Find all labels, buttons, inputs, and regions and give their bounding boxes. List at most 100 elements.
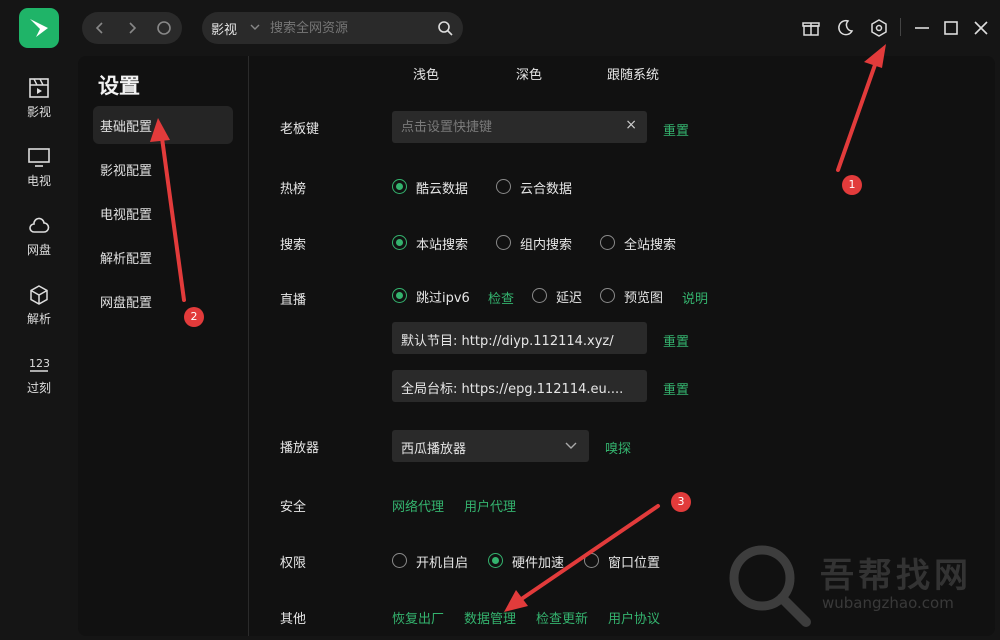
security-label: 安全 [280,500,307,515]
boss-key-label: 老板键 [280,122,320,137]
rail-label: 电视 [26,174,51,188]
settings-nav-tv[interactable]: 电视配置 [93,194,233,232]
settings-nav-cloud[interactable]: 网盘配置 [93,282,233,320]
data-management-link[interactable]: 数据管理 [464,608,516,627]
theme-system[interactable]: 跟随系统 [607,64,659,83]
settings-nav-label: 基础配置 [100,120,153,135]
radio-dot[interactable] [392,553,407,568]
settings-nav-basic[interactable]: 基础配置 [93,106,233,144]
page-title: 设置 [98,74,140,98]
boss-key-field[interactable]: × [392,111,647,143]
title-separator [900,18,901,36]
close-icon[interactable] [971,18,991,38]
radio-dot[interactable] [496,235,511,250]
annotation-badge-2: 2 [184,307,204,327]
rail-label: 解析 [26,312,51,326]
factory-reset-link[interactable]: 恢复出厂 [392,608,444,627]
global-epg-field[interactable]: 全局台标: https://epg.112114.eu.... [392,370,647,402]
settings-nav-label: 电视配置 [100,208,153,223]
permission-label: 权限 [280,556,307,571]
watermark-url: wubangzhao.com [822,594,954,612]
rail-label: 过刻 [26,381,51,395]
user-agent-link[interactable]: 用户代理 [464,496,516,515]
minimize-icon[interactable] [912,18,932,38]
player-label: 播放器 [280,441,320,456]
live-check-link[interactable]: 检查 [488,288,514,307]
rail-item-numbers[interactable]: 123 过刻 [18,353,60,396]
boss-key-input[interactable] [401,115,611,139]
search-bar: 影视 [202,12,463,44]
radio-dot[interactable] [600,235,615,250]
boss-key-reset[interactable]: 重置 [663,120,689,139]
clapperboard-icon [29,78,49,98]
radio-dot[interactable] [392,179,407,194]
settings-nav-parse[interactable]: 解析配置 [93,238,233,276]
panel-divider [248,56,249,636]
default-program-field[interactable]: 默认节目: http://diyp.112114.xyz/ [392,322,647,354]
settings-nav-movie[interactable]: 影视配置 [93,150,233,188]
annotation-badge-3: 3 [671,492,691,512]
other-label: 其他 [280,612,307,627]
radio-dot[interactable] [600,288,615,303]
rail-label: 网盘 [26,243,51,257]
refresh-icon[interactable] [154,18,174,38]
moon-icon[interactable] [835,18,855,38]
watermark-text: 吾帮找网 [820,556,972,596]
maximize-icon[interactable] [941,18,961,38]
rail-item-movies[interactable]: 影视 [18,77,60,120]
network-proxy-link[interactable]: 网络代理 [392,496,444,515]
radio-label: 本站搜索 [416,238,469,253]
clear-icon[interactable]: × [625,117,637,133]
radio-label: 跳过ipv6 [416,291,470,306]
tv-icon [28,148,50,167]
radio-label: 云合数据 [520,182,573,197]
settings-nav-label: 网盘配置 [100,296,153,311]
radio-label: 延迟 [556,291,583,306]
settings-nav-label: 解析配置 [100,252,153,267]
search-icon[interactable] [437,20,453,36]
player-select[interactable]: 西瓜播放器 [392,430,589,462]
hot-label: 热榜 [280,182,307,197]
default-program-reset[interactable]: 重置 [663,331,689,350]
radio-label: 预览图 [624,291,664,306]
forward-icon[interactable] [122,18,142,38]
player-select-value: 西瓜播放器 [401,442,467,457]
gift-icon[interactable] [801,18,821,38]
global-epg-value: 全局台标: https://epg.112114.eu.... [401,382,624,397]
numbers-icon: 123 [29,357,50,372]
search-label: 搜索 [280,238,307,253]
global-epg-reset[interactable]: 重置 [663,379,689,398]
default-program-value: 默认节目: http://diyp.112114.xyz/ [401,334,614,349]
theme-dark[interactable]: 深色 [516,64,542,83]
live-explain-link[interactable]: 说明 [682,288,708,307]
check-update-link[interactable]: 检查更新 [536,608,588,627]
svg-text:123: 123 [29,357,50,370]
radio-label: 组内搜索 [520,238,573,253]
settings-icon[interactable] [869,18,889,38]
radio-dot[interactable] [488,553,503,568]
search-input[interactable] [270,16,430,40]
logo-icon [30,19,48,37]
radio-label: 全站搜索 [624,238,677,253]
rail-item-cloud[interactable]: 网盘 [18,215,60,258]
search-category[interactable]: 影视 [211,19,237,38]
user-agreement-link[interactable]: 用户协议 [608,608,660,627]
rail-label: 影视 [26,105,51,119]
settings-nav-label: 影视配置 [100,164,153,179]
chevron-down-icon[interactable] [250,23,260,31]
back-icon[interactable] [90,18,110,38]
radio-dot[interactable] [532,288,547,303]
radio-dot[interactable] [392,288,407,303]
player-sniff-link[interactable]: 嗅探 [605,438,631,457]
cloud-icon [29,217,50,233]
radio-dot[interactable] [392,235,407,250]
nav-button-group [82,12,182,44]
theme-light[interactable]: 浅色 [413,64,439,83]
radio-label: 酷云数据 [416,182,469,197]
radio-label: 开机自启 [416,556,469,571]
chevron-down-icon [565,442,577,449]
rail-item-tv[interactable]: 电视 [18,146,60,189]
radio-dot[interactable] [496,179,511,194]
rail-item-parse[interactable]: 解析 [18,284,60,327]
radio-dot[interactable] [584,553,599,568]
